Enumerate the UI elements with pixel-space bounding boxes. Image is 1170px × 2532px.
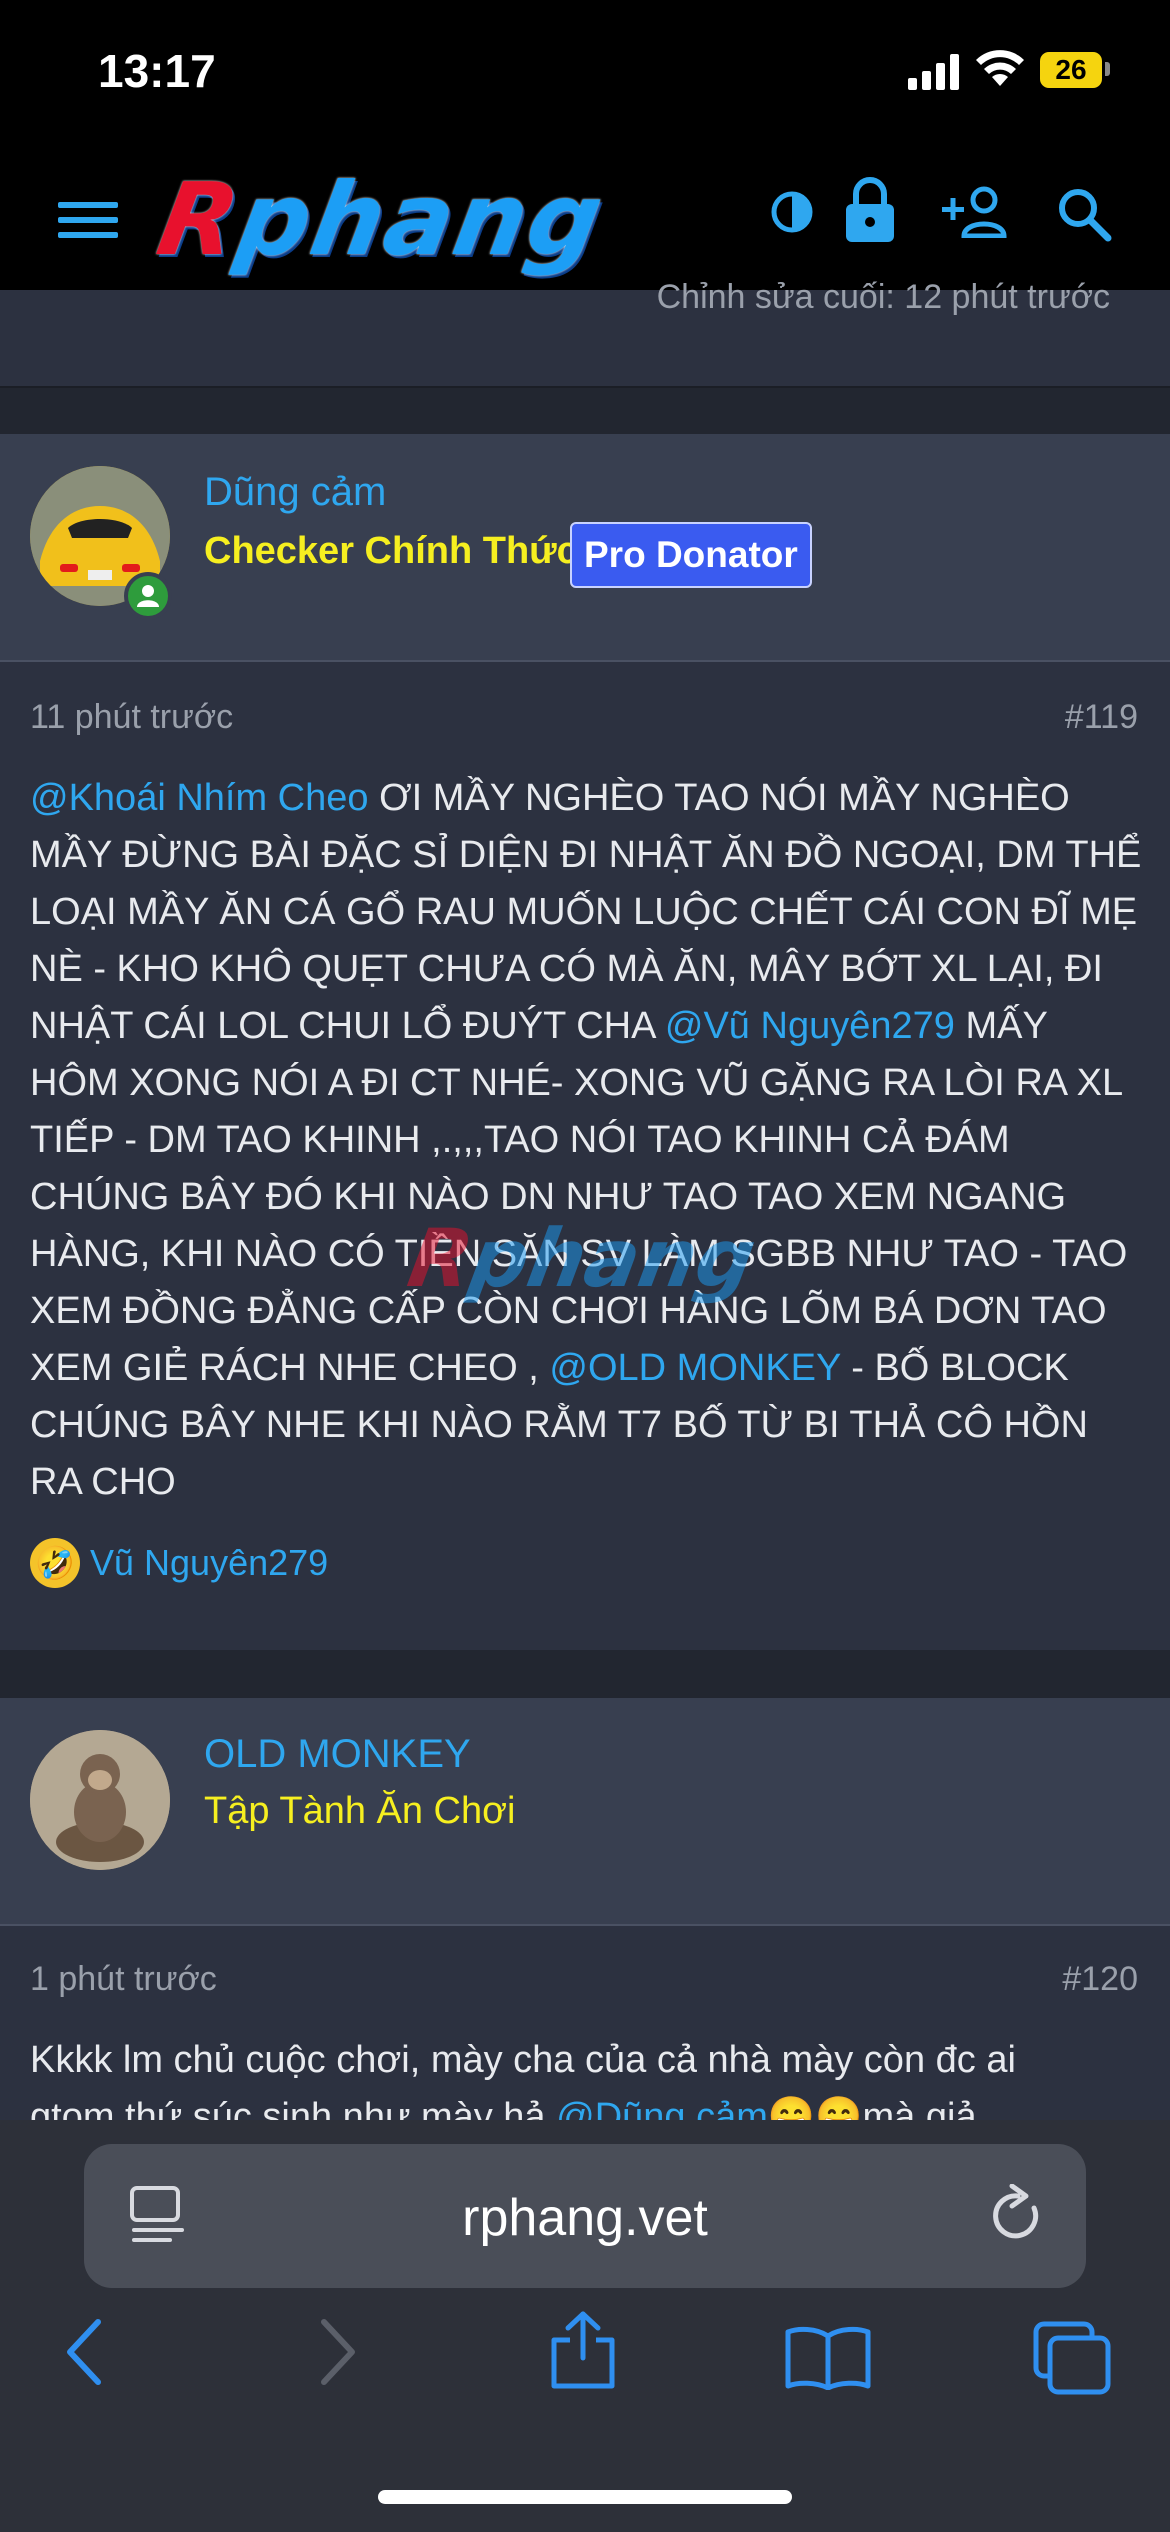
post-number[interactable]: #119 (1065, 698, 1138, 737)
post-text: Kkkk lm chủ cuộc chơi, mày cha của cả nh… (30, 2039, 1016, 2081)
status-time: 13:17 (98, 45, 216, 97)
post-time[interactable]: 1 phút trước (30, 1960, 217, 1999)
address-bar[interactable]: rphang.vet (84, 2144, 1086, 2288)
lock-icon[interactable] (842, 176, 898, 244)
user-badge: Pro Donator (570, 522, 812, 588)
reload-icon[interactable] (990, 2184, 1046, 2246)
laugh-reaction-icon: 🤣 (30, 1538, 80, 1588)
mention-link[interactable]: @Khoái Nhím Cheo (30, 777, 369, 819)
reaction-user[interactable]: Vũ Nguyên279 (90, 1542, 328, 1584)
contrast-icon[interactable] (770, 190, 814, 234)
add-user-icon[interactable] (942, 186, 1012, 238)
status-bar: 13:17 26 (0, 0, 1170, 150)
site-watermark: Rphang (402, 1212, 762, 1305)
wifi-icon (976, 50, 1024, 86)
post-time[interactable]: 11 phút trước (30, 698, 233, 737)
monkey-image (30, 1730, 170, 1870)
menu-icon[interactable] (58, 198, 118, 242)
forward-icon[interactable] (318, 2318, 358, 2386)
post-body: @Khoái Nhím Cheo ƠI MẦY NGHÈO TAO NÓI MẦ… (30, 770, 1145, 1511)
user-title: Tập Tành Ăn Chơi (204, 1790, 516, 1832)
post-user-header (0, 1698, 1170, 1926)
battery-indicator: 26 (1040, 52, 1102, 88)
url-text[interactable]: rphang.vet (84, 2188, 1086, 2248)
online-status-icon (124, 572, 172, 620)
avatar[interactable] (30, 1730, 170, 1870)
mention-link[interactable]: @OLD MONKEY (549, 1347, 840, 1389)
watermark-text: phang (463, 1212, 763, 1305)
post-username[interactable]: OLD MONKEY (204, 1732, 471, 1777)
battery-cap (1105, 62, 1110, 76)
site-logo[interactable]: Rphang (150, 161, 613, 278)
last-edited-note: Chỉnh sửa cuối: 12 phút trước (656, 278, 1110, 316)
search-icon[interactable] (1056, 186, 1112, 242)
bookmarks-icon[interactable] (784, 2326, 872, 2390)
post-username[interactable]: Dũng cảm (204, 470, 386, 515)
reaction-bar[interactable]: 🤣 Vũ Nguyên279 (30, 1538, 328, 1588)
mention-link[interactable]: @Vũ Nguyên279 (665, 1005, 955, 1047)
home-indicator[interactable] (378, 2490, 792, 2504)
post-text: MẤY HÔM XONG NÓI A ĐI CT NHÉ- XONG VŨ GẶ… (30, 1005, 1128, 1389)
share-icon[interactable] (548, 2310, 618, 2390)
logo-text: phang (228, 161, 613, 278)
cellular-signal-icon (908, 54, 959, 90)
tabs-icon[interactable] (1032, 2320, 1112, 2396)
post-number[interactable]: #120 (1062, 1960, 1138, 1999)
user-title: Checker Chính Thức (204, 530, 578, 572)
back-icon[interactable] (64, 2318, 104, 2386)
